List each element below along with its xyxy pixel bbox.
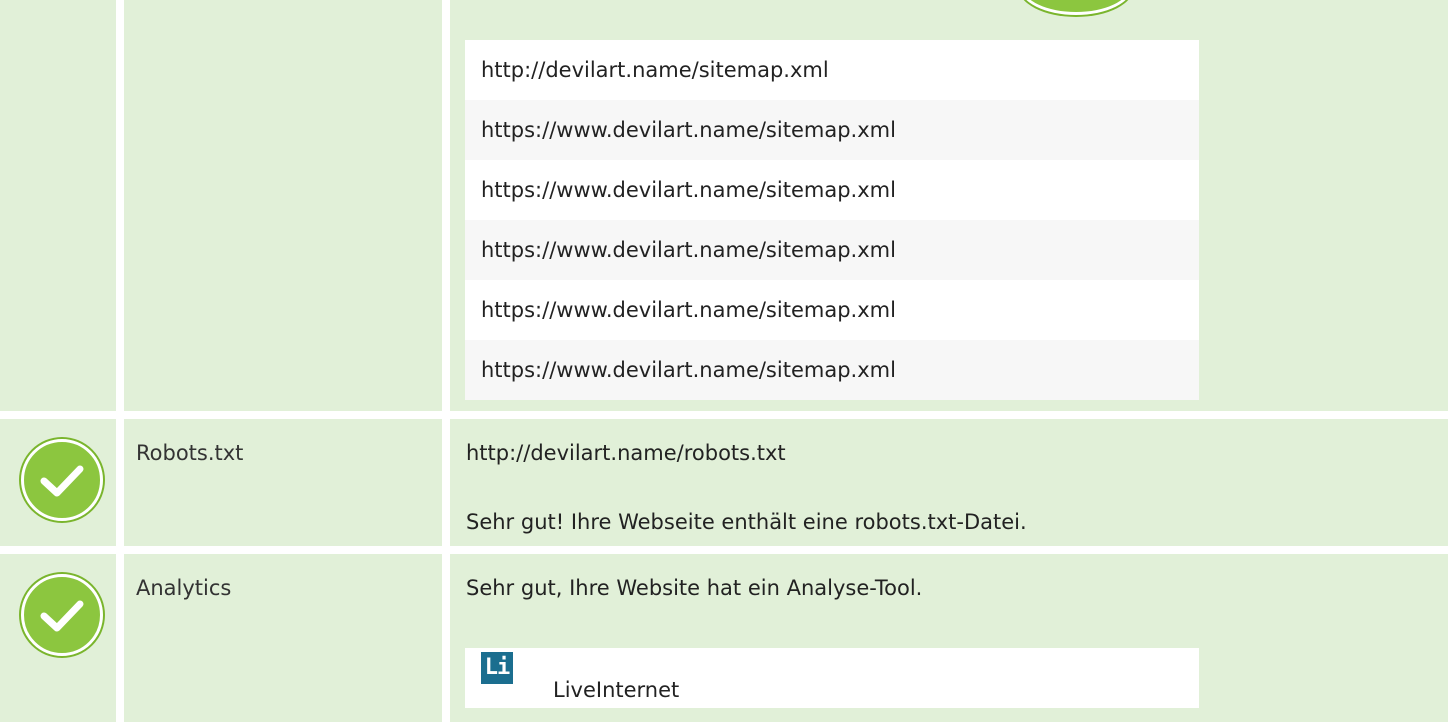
analytics-message: Sehr gut, Ihre Website hat ein Analyse-T… bbox=[466, 576, 923, 600]
sitemap-url: https://www.devilart.name/sitemap.xml bbox=[465, 100, 1199, 160]
sitemap-url: https://www.devilart.name/sitemap.xml bbox=[465, 340, 1199, 400]
analytics-tool-name: LiveInternet bbox=[553, 678, 680, 702]
robots-label: Robots.txt bbox=[136, 441, 244, 465]
robots-status-cell bbox=[0, 419, 116, 546]
robots-url: http://devilart.name/robots.txt bbox=[466, 441, 786, 465]
analytics-status-cell bbox=[0, 554, 116, 722]
sitemap-url: http://devilart.name/sitemap.xml bbox=[465, 40, 1199, 100]
sitemap-label-cell bbox=[124, 0, 442, 411]
check-icon bbox=[1020, 0, 1132, 15]
sitemap-url: https://www.devilart.name/sitemap.xml bbox=[465, 280, 1199, 340]
analytics-content-cell: Sehr gut, Ihre Website hat ein Analyse-T… bbox=[450, 554, 1448, 722]
sitemap-url: https://www.devilart.name/sitemap.xml bbox=[465, 220, 1199, 280]
analytics-label-cell: Analytics bbox=[124, 554, 442, 722]
sitemap-url-list: http://devilart.name/sitemap.xml https:/… bbox=[465, 40, 1199, 400]
check-icon bbox=[21, 574, 103, 656]
analytics-label: Analytics bbox=[136, 576, 232, 600]
robots-content-cell: http://devilart.name/robots.txt Sehr gut… bbox=[450, 419, 1448, 546]
sitemap-status-cell bbox=[0, 0, 116, 411]
sitemap-url: https://www.devilart.name/sitemap.xml bbox=[465, 160, 1199, 220]
check-icon bbox=[21, 439, 103, 521]
liveinternet-logo-icon: Li bbox=[481, 652, 513, 684]
robots-message: Sehr gut! Ihre Webseite enthält eine rob… bbox=[466, 510, 1027, 534]
analytics-tool-item: Li LiveInternet bbox=[465, 648, 1199, 708]
robots-label-cell: Robots.txt bbox=[124, 419, 442, 546]
sitemap-content-cell: http://devilart.name/sitemap.xml https:/… bbox=[450, 0, 1448, 411]
seo-report-page: http://devilart.name/sitemap.xml https:/… bbox=[0, 0, 1448, 722]
